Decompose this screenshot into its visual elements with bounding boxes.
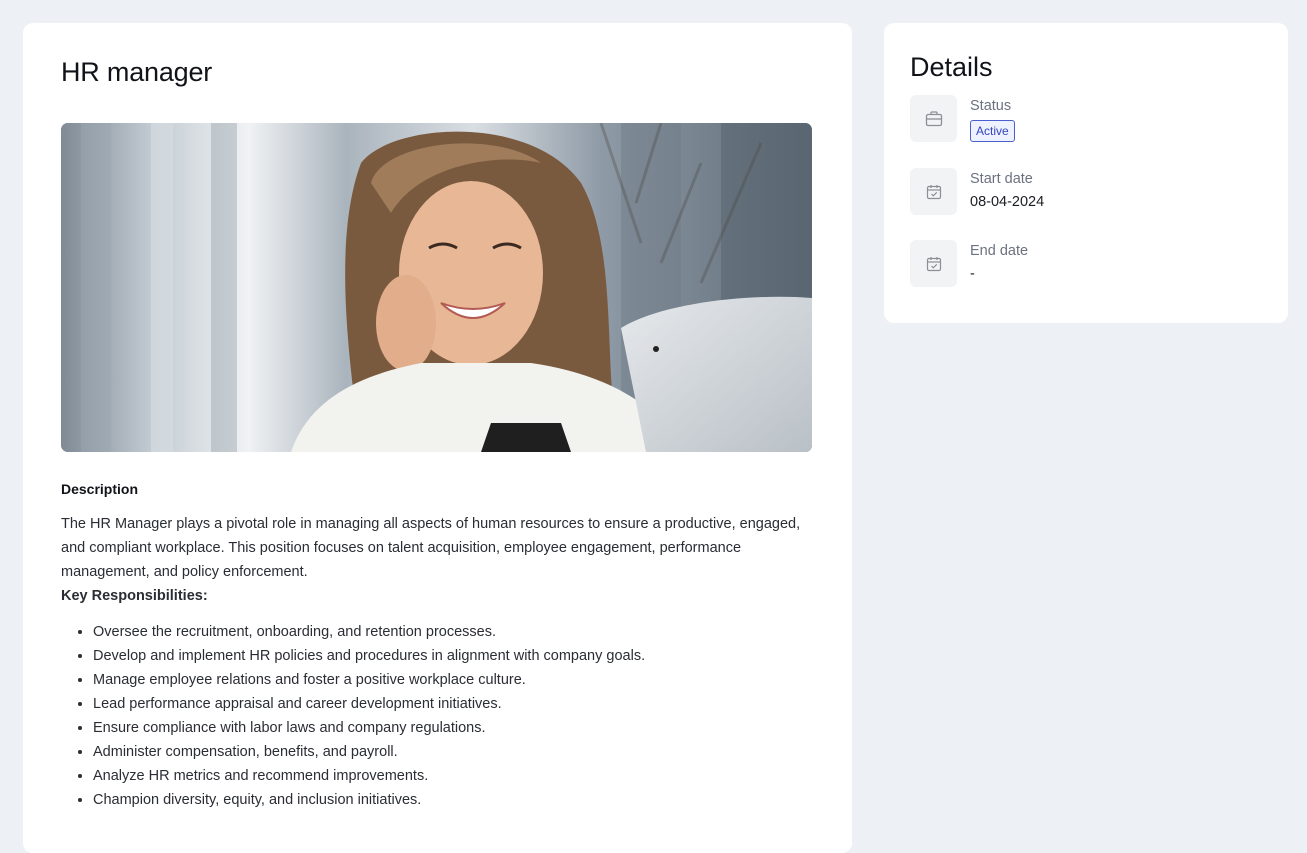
- briefcase-icon: [910, 95, 957, 142]
- list-item: Manage employee relations and foster a p…: [93, 668, 813, 692]
- description-heading: Description: [61, 481, 139, 497]
- responsibilities-list: Oversee the recruitment, onboarding, and…: [61, 620, 813, 812]
- detail-status: Status Active: [910, 95, 1015, 142]
- detail-end-date: End date -: [910, 240, 1028, 287]
- end-date-label: End date: [970, 243, 1029, 259]
- list-item: Administer compensation, benefits, and p…: [93, 740, 813, 764]
- woman-on-phone-illustration: [61, 123, 812, 452]
- description-text: The HR Manager plays a pivotal role in m…: [61, 516, 801, 580]
- job-detail-card: HR manager Description The HR Manager pl…: [23, 23, 852, 853]
- list-item: Analyze HR metrics and recommend improve…: [93, 764, 813, 788]
- status-label: Status: [970, 98, 1012, 114]
- key-responsibilities-heading: Key Responsibilities:: [61, 588, 208, 604]
- start-date-label: Start date: [970, 171, 1033, 187]
- detail-start-date: Start date 08-04-2024: [910, 168, 1044, 215]
- calendar-check-icon: [910, 168, 957, 215]
- start-date-value: 08-04-2024: [970, 194, 1045, 210]
- details-card: Details Status Active Start date 08-04-2…: [884, 23, 1288, 323]
- list-item: Lead performance appraisal and career de…: [93, 692, 813, 716]
- job-hero-image: [61, 123, 812, 452]
- list-item: Ensure compliance with labor laws and co…: [93, 716, 813, 740]
- list-item: Develop and implement HR policies and pr…: [93, 644, 813, 668]
- list-item: Oversee the recruitment, onboarding, and…: [93, 620, 813, 644]
- calendar-check-icon: [910, 240, 957, 287]
- end-date-value: -: [970, 266, 975, 282]
- page-title: HR manager: [61, 57, 213, 87]
- list-item: Champion diversity, equity, and inclusio…: [93, 788, 813, 812]
- details-title: Details: [910, 52, 993, 82]
- status-badge: Active: [970, 120, 1015, 142]
- description-section: Description The HR Manager plays a pivot…: [61, 481, 813, 812]
